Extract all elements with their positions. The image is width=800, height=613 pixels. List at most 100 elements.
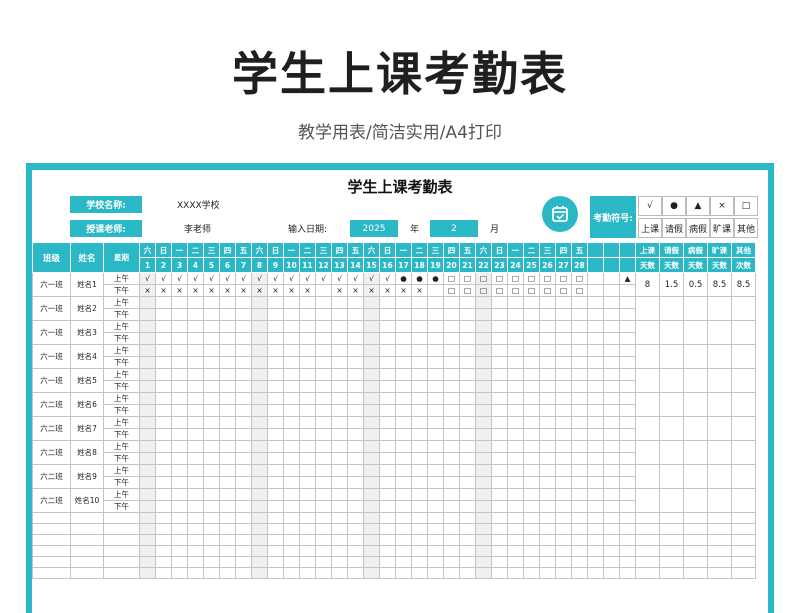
attendance-cell[interactable]: [235, 332, 252, 345]
attendance-cell[interactable]: [171, 404, 188, 417]
attendance-cell[interactable]: [219, 500, 236, 513]
attendance-cell[interactable]: [347, 416, 364, 429]
attendance-cell[interactable]: [187, 320, 204, 333]
empty-cell[interactable]: [363, 567, 380, 579]
empty-cell[interactable]: [171, 512, 188, 524]
attendance-cell[interactable]: [539, 344, 556, 357]
attendance-cell[interactable]: □: [523, 284, 540, 297]
attendance-cell[interactable]: □: [539, 272, 556, 285]
attendance-cell[interactable]: [299, 356, 316, 369]
attendance-cell[interactable]: [475, 344, 492, 357]
empty-cell[interactable]: [411, 556, 428, 568]
empty-cell[interactable]: [603, 545, 620, 557]
empty-cell[interactable]: [659, 545, 684, 557]
attendance-cell[interactable]: [203, 416, 220, 429]
empty-cell[interactable]: [707, 534, 732, 546]
attendance-cell[interactable]: [267, 500, 284, 513]
attendance-cell[interactable]: [283, 476, 300, 489]
empty-cell[interactable]: [443, 556, 460, 568]
attendance-cell[interactable]: [459, 344, 476, 357]
attendance-cell[interactable]: [443, 452, 460, 465]
empty-cell[interactable]: [331, 512, 348, 524]
attendance-cell[interactable]: □: [475, 272, 492, 285]
attendance-cell[interactable]: [155, 404, 172, 417]
attendance-cell[interactable]: [507, 344, 524, 357]
attendance-cell[interactable]: [219, 320, 236, 333]
attendance-cell[interactable]: [555, 356, 572, 369]
attendance-cell[interactable]: √: [171, 272, 188, 285]
attendance-cell[interactable]: [491, 404, 508, 417]
empty-cell[interactable]: [395, 523, 412, 535]
attendance-cell[interactable]: [411, 320, 428, 333]
attendance-cell[interactable]: [139, 452, 156, 465]
attendance-cell[interactable]: [155, 452, 172, 465]
attendance-cell[interactable]: [459, 392, 476, 405]
attendance-cell[interactable]: [363, 308, 380, 321]
attendance-cell[interactable]: [347, 440, 364, 453]
empty-cell[interactable]: [103, 556, 140, 568]
empty-cell[interactable]: [443, 567, 460, 579]
attendance-cell[interactable]: [315, 356, 332, 369]
attendance-cell[interactable]: [603, 488, 620, 501]
attendance-cell[interactable]: [475, 320, 492, 333]
attendance-cell[interactable]: √: [203, 272, 220, 285]
attendance-cell[interactable]: [363, 500, 380, 513]
attendance-cell[interactable]: [379, 368, 396, 381]
empty-cell[interactable]: [731, 556, 756, 568]
attendance-cell[interactable]: [491, 392, 508, 405]
attendance-cell[interactable]: [603, 428, 620, 441]
attendance-cell[interactable]: [411, 440, 428, 453]
attendance-cell[interactable]: [315, 476, 332, 489]
empty-cell[interactable]: [587, 523, 604, 535]
attendance-cell[interactable]: [539, 476, 556, 489]
attendance-cell[interactable]: [603, 404, 620, 417]
attendance-cell[interactable]: [411, 428, 428, 441]
empty-cell[interactable]: [187, 534, 204, 546]
empty-cell[interactable]: [299, 523, 316, 535]
attendance-cell[interactable]: [347, 344, 364, 357]
empty-cell[interactable]: [379, 512, 396, 524]
month-input[interactable]: 2: [430, 220, 478, 237]
attendance-cell[interactable]: [603, 440, 620, 453]
attendance-cell[interactable]: [571, 428, 588, 441]
attendance-cell[interactable]: [427, 488, 444, 501]
empty-cell[interactable]: [347, 567, 364, 579]
attendance-cell[interactable]: [619, 296, 636, 309]
attendance-cell[interactable]: [411, 332, 428, 345]
attendance-cell[interactable]: [219, 428, 236, 441]
attendance-cell[interactable]: [379, 416, 396, 429]
empty-cell[interactable]: [219, 534, 236, 546]
attendance-cell[interactable]: [427, 476, 444, 489]
attendance-cell[interactable]: [155, 368, 172, 381]
attendance-cell[interactable]: [443, 416, 460, 429]
empty-cell[interactable]: [155, 534, 172, 546]
attendance-cell[interactable]: [235, 464, 252, 477]
empty-cell[interactable]: [555, 567, 572, 579]
empty-cell[interactable]: [443, 512, 460, 524]
attendance-cell[interactable]: [619, 344, 636, 357]
attendance-cell[interactable]: [331, 344, 348, 357]
attendance-cell[interactable]: √: [267, 272, 284, 285]
empty-cell[interactable]: [299, 567, 316, 579]
empty-cell[interactable]: [32, 567, 71, 579]
attendance-cell[interactable]: [523, 320, 540, 333]
empty-cell[interactable]: [155, 545, 172, 557]
attendance-cell[interactable]: [251, 416, 268, 429]
attendance-cell[interactable]: [459, 368, 476, 381]
attendance-cell[interactable]: [603, 452, 620, 465]
attendance-cell[interactable]: [347, 356, 364, 369]
attendance-cell[interactable]: [571, 332, 588, 345]
attendance-cell[interactable]: [395, 344, 412, 357]
attendance-cell[interactable]: [523, 344, 540, 357]
empty-cell[interactable]: [523, 523, 540, 535]
attendance-cell[interactable]: [459, 428, 476, 441]
empty-cell[interactable]: [683, 512, 708, 524]
empty-cell[interactable]: [331, 534, 348, 546]
attendance-cell[interactable]: [347, 476, 364, 489]
empty-cell[interactable]: [203, 512, 220, 524]
empty-cell[interactable]: [491, 534, 508, 546]
attendance-cell[interactable]: [299, 404, 316, 417]
attendance-cell[interactable]: [155, 356, 172, 369]
attendance-cell[interactable]: [427, 380, 444, 393]
attendance-cell[interactable]: [523, 296, 540, 309]
